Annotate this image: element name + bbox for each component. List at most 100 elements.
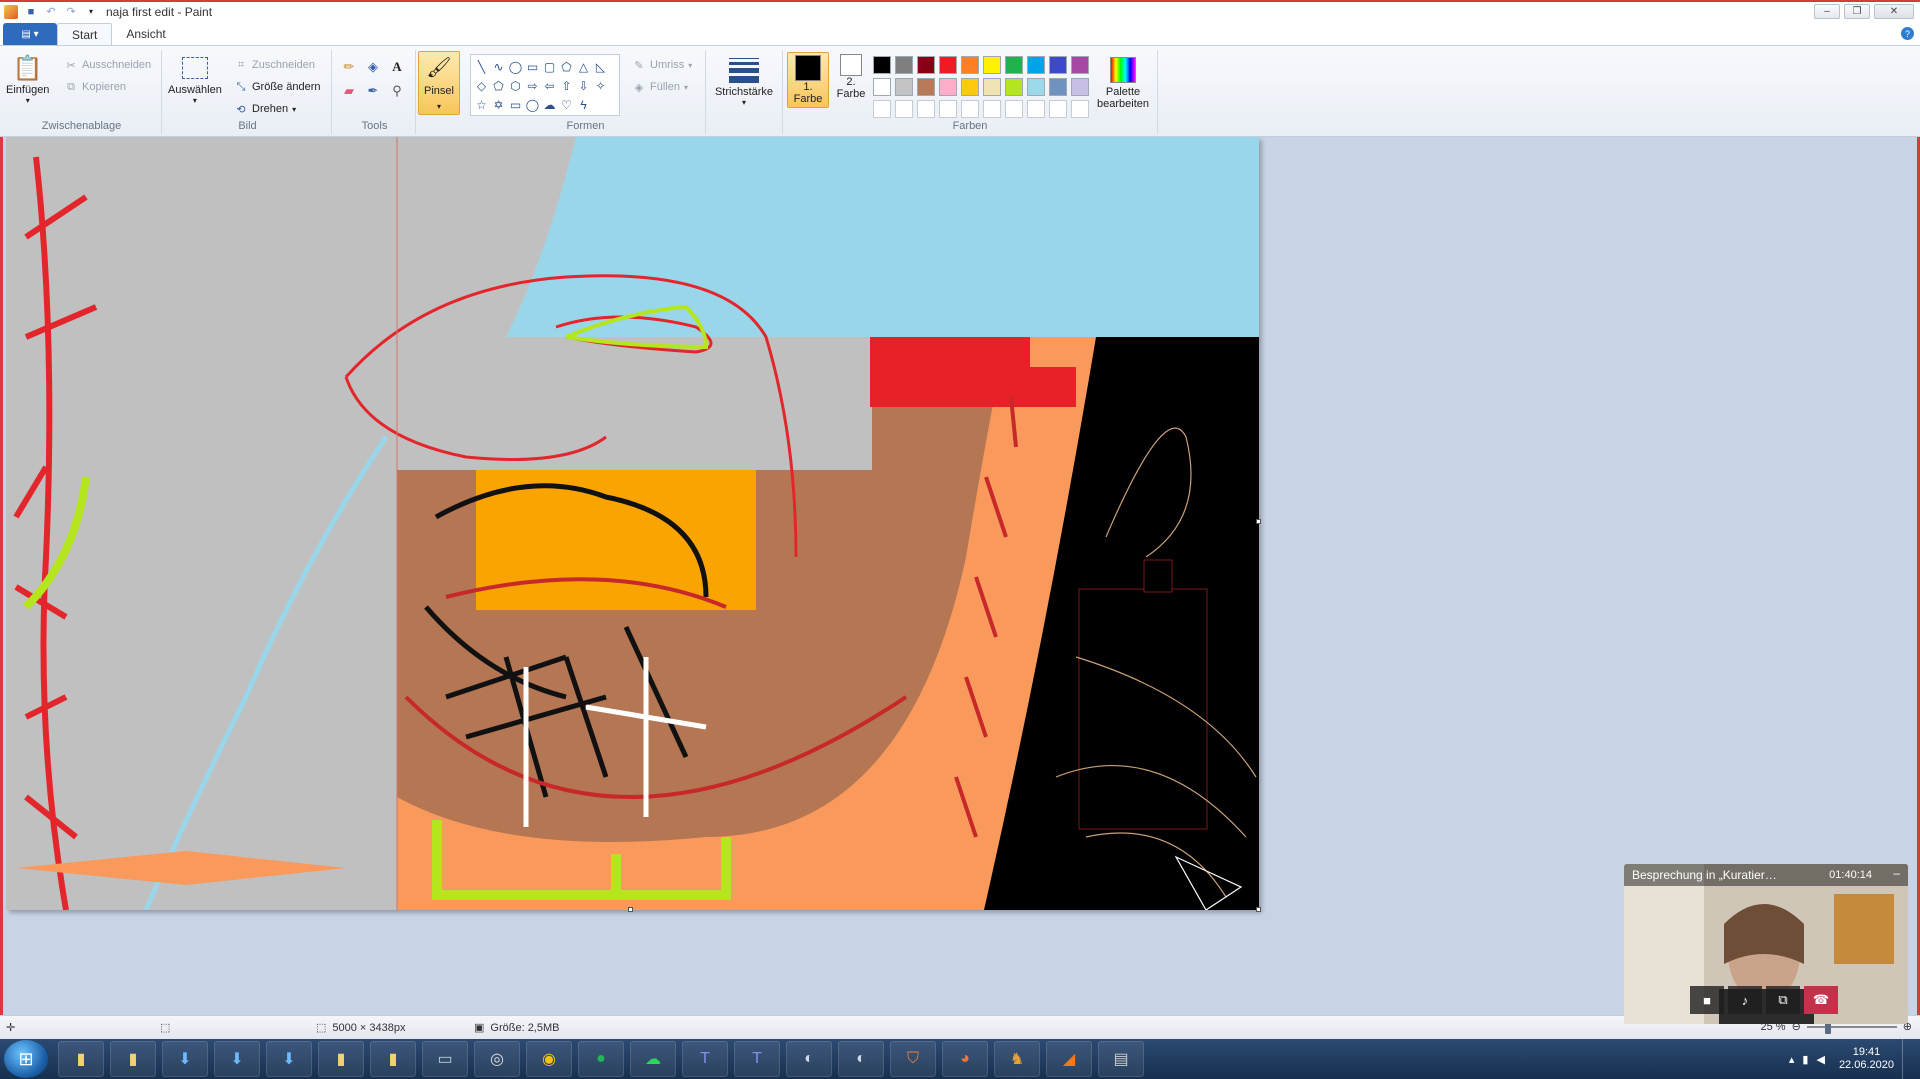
meeting-window[interactable]: Besprechung in „Kuratier… 01:40:14 – ■ ♪… — [1624, 864, 1908, 1024]
paint-app-icon[interactable] — [4, 4, 18, 19]
resize-handle-right[interactable] — [1256, 519, 1261, 524]
resize-handle-bottom[interactable] — [628, 907, 633, 912]
palette-swatch[interactable] — [1005, 56, 1023, 74]
palette-swatch[interactable] — [1027, 56, 1045, 74]
camera-icon[interactable]: ■ — [1690, 986, 1724, 1014]
network-icon[interactable]: ▮ — [1802, 1053, 1808, 1066]
palette-swatch[interactable] — [1049, 56, 1067, 74]
cut-button[interactable]: ✂ Ausschneiden — [64, 56, 151, 74]
polygon-shape-icon[interactable]: ⬠ — [558, 57, 575, 76]
maximize-button[interactable]: ❐ — [1844, 4, 1870, 19]
brush-button[interactable]: 🖌 Pinsel ▾ — [418, 51, 460, 115]
volume-icon[interactable]: ◀ — [1816, 1053, 1824, 1066]
palette-swatch[interactable] — [939, 100, 957, 118]
minimize-button[interactable]: – — [1814, 4, 1840, 19]
palette-swatch[interactable] — [1049, 100, 1067, 118]
rectangle-shape-icon[interactable]: ▭ — [524, 57, 541, 76]
eraser-icon[interactable]: ▰ — [338, 80, 360, 102]
rounded-rectangle-shape-icon[interactable]: ▢ — [541, 57, 558, 76]
tab-ansicht[interactable]: Ansicht — [112, 23, 179, 45]
customize-dropdown-icon[interactable]: ▾ — [84, 5, 98, 19]
palette-swatch[interactable] — [895, 56, 913, 74]
edit-palette-button[interactable]: Palette bearbeiten — [1093, 54, 1153, 110]
lightning-shape-icon[interactable]: ϟ — [575, 95, 592, 114]
palette-swatch[interactable] — [1071, 56, 1089, 74]
color2-selector[interactable]: 2. Farbe — [833, 54, 869, 100]
stroke-size-button[interactable]: Strichstärke ▾ — [712, 54, 776, 107]
line-shape-icon[interactable]: ╲ — [473, 57, 490, 76]
five-point-star-icon[interactable]: ☆ — [473, 95, 490, 114]
palette-swatch[interactable] — [895, 78, 913, 96]
tab-start[interactable]: Start — [57, 23, 113, 45]
diamond-shape-icon[interactable]: ◇ — [473, 76, 490, 95]
palette-swatch[interactable] — [873, 78, 891, 96]
show-desktop-button[interactable] — [1902, 1039, 1912, 1079]
minimize-icon[interactable]: – — [1893, 866, 1900, 880]
firefox-icon[interactable]: ◕ — [942, 1041, 988, 1077]
oval-shape-icon[interactable]: ◯ — [507, 57, 524, 76]
palette-swatch[interactable] — [1027, 100, 1045, 118]
crop-button[interactable]: ⌗ Zuschneiden — [234, 56, 315, 74]
undo-icon[interactable]: ↶ — [44, 5, 58, 19]
cloud-app-icon[interactable]: ☁ — [630, 1041, 676, 1077]
heart-shape-icon[interactable]: ♡ — [558, 95, 575, 114]
counter-strike-icon[interactable]: ♞ — [994, 1041, 1040, 1077]
folder-icon[interactable]: ▮ — [318, 1041, 364, 1077]
windows-start-icon[interactable]: ⊞ — [4, 1040, 48, 1078]
folder-icon[interactable]: ▮ — [370, 1041, 416, 1077]
pentagon-shape-icon[interactable]: ⬠ — [490, 76, 507, 95]
color-picker-icon[interactable]: ✒ — [362, 80, 384, 102]
resize-handle-corner[interactable] — [1256, 907, 1261, 912]
share-screen-icon[interactable]: ⧉ — [1766, 986, 1800, 1014]
steam-icon[interactable]: ◐ — [838, 1041, 884, 1077]
downloads-folder-icon[interactable]: ⬇ — [214, 1041, 260, 1077]
palette-swatch[interactable] — [961, 78, 979, 96]
zoom-slider[interactable] — [1806, 1019, 1897, 1034]
text-tool-icon[interactable]: A — [386, 56, 408, 78]
palette-swatch[interactable] — [939, 56, 957, 74]
shapes-gallery[interactable]: ╲ ∿ ◯ ▭ ▢ ⬠ △ ◺ ◇ ⬠ ⬡ ⇨ ⇦ ⇧ ⇩ ✧ ☆ ✡ ▭ ◯ … — [470, 54, 620, 116]
palette-swatch[interactable] — [961, 100, 979, 118]
microphone-icon[interactable]: ♪ — [1728, 986, 1762, 1014]
palette-swatch[interactable] — [1027, 78, 1045, 96]
chrome-icon[interactable]: ◉ — [526, 1041, 572, 1077]
teams-icon[interactable]: T — [682, 1041, 728, 1077]
select-button[interactable]: Auswählen ▾ — [168, 52, 222, 105]
palette-swatch[interactable] — [873, 56, 891, 74]
palette-swatch[interactable] — [1005, 78, 1023, 96]
redo-icon[interactable]: ↷ — [64, 5, 78, 19]
right-arrow-shape-icon[interactable]: ⇨ — [524, 76, 541, 95]
callout-rect-icon[interactable]: ▭ — [507, 95, 524, 114]
paste-button[interactable]: 📋 Einfügen ▾ — [6, 52, 49, 106]
copy-button[interactable]: ⧉ Kopieren — [64, 78, 126, 96]
spotify-icon[interactable]: ● — [578, 1041, 624, 1077]
laptop-icon[interactable]: ▭ — [422, 1041, 468, 1077]
save-icon[interactable]: ■ — [24, 5, 38, 19]
curve-shape-icon[interactable]: ∿ — [490, 57, 507, 76]
canvas-artwork[interactable] — [6, 137, 1259, 911]
callout-cloud-icon[interactable]: ☁ — [541, 95, 558, 114]
up-arrow-shape-icon[interactable]: ⇧ — [558, 76, 575, 95]
palette-swatch[interactable] — [983, 56, 1001, 74]
palette-swatch[interactable] — [1071, 78, 1089, 96]
overwatch-icon[interactable]: ◎ — [474, 1041, 520, 1077]
six-point-star-icon[interactable]: ✡ — [490, 95, 507, 114]
color1-selector[interactable]: 1. Farbe — [787, 52, 829, 108]
palette-swatch[interactable] — [895, 100, 913, 118]
steam-icon[interactable]: ◐ — [786, 1041, 832, 1077]
hang-up-icon[interactable]: ☎ — [1804, 986, 1838, 1014]
close-button[interactable]: ✕ — [1874, 4, 1914, 19]
downloads-folder-icon[interactable]: ⬇ — [162, 1041, 208, 1077]
palette-swatch[interactable] — [1049, 78, 1067, 96]
palette-swatch[interactable] — [917, 100, 935, 118]
fill-bucket-icon[interactable]: ◈ — [362, 56, 384, 78]
palette-swatch[interactable] — [1071, 100, 1089, 118]
palette-swatch[interactable] — [983, 78, 1001, 96]
help-icon[interactable]: ? — [1901, 27, 1914, 40]
palette-swatch[interactable] — [939, 78, 957, 96]
palette-swatch[interactable] — [983, 100, 1001, 118]
palette-swatch[interactable] — [1005, 100, 1023, 118]
resize-button[interactable]: ⤡ Größe ändern — [234, 78, 321, 96]
folder-icon[interactable]: ▮ — [58, 1041, 104, 1077]
game-app-icon[interactable]: ◢ — [1046, 1041, 1092, 1077]
